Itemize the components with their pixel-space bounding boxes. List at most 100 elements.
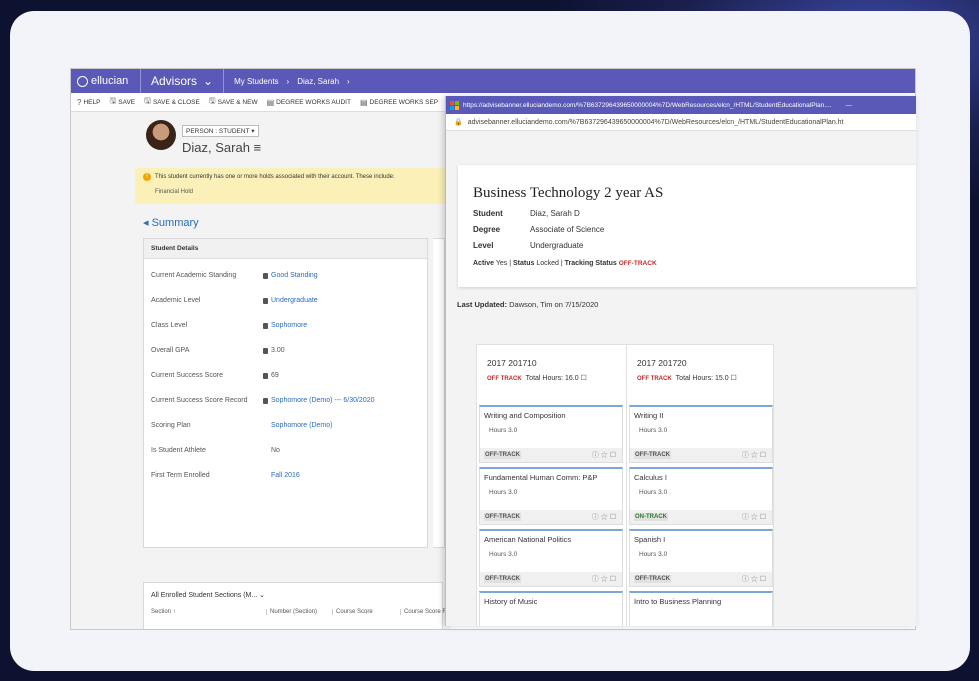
popup-url: advisebanner.elluciandemo.com/%7B6372964…	[467, 118, 844, 126]
lock-icon	[263, 272, 268, 279]
app-name: Advisors	[151, 74, 198, 88]
brand-label: ellucian	[91, 75, 129, 87]
plan-field: Level Undergraduate	[473, 241, 584, 250]
course-card[interactable]: Calculus I Hours 3.0 ON-TRACK ⓘ☆☐	[629, 467, 773, 525]
save-new-button[interactable]: 🖫 SAVE & NEW	[209, 95, 258, 109]
last-updated: Last Updated: Dawson, Tim on 7/15/2020	[457, 300, 599, 309]
detail-row: Academic Level Undergraduate	[151, 297, 318, 304]
chevron-down-icon: ⌄	[259, 592, 266, 599]
course-status-badge: OFF-TRACK	[484, 575, 521, 583]
plan-title: Business Technology 2 year AS	[473, 185, 664, 201]
plan-body: Business Technology 2 year AS Student Dia…	[446, 131, 916, 626]
lock-icon	[263, 372, 268, 379]
course-card[interactable]: Writing and Composition Hours 3.0 OFF-TRAC…	[479, 405, 623, 463]
term-name: 2017 201710	[487, 358, 537, 368]
student-name: Diaz, Sarah ≡	[182, 140, 262, 155]
course-status-badge: OFF-TRACK	[634, 575, 671, 583]
column-header-number[interactable]: Number (Section)	[266, 609, 332, 615]
course-status-badge: OFF-TRACK	[484, 513, 521, 521]
column-header-course-score[interactable]: Course Score	[332, 609, 400, 615]
person-header: PERSON : STUDENT ▾ Diaz, Sarah ≡	[146, 120, 261, 155]
chevron-down-icon: ⌄	[203, 74, 214, 88]
person-type-selector[interactable]: PERSON : STUDENT ▾	[182, 125, 259, 137]
term-name: 2017 201720	[637, 358, 687, 368]
save-close-icon: 🖫	[144, 96, 151, 105]
course-actions-icon[interactable]: ⓘ☆☐	[742, 512, 768, 522]
report-icon: ▤	[359, 97, 368, 107]
detail-row: Current Academic Standing Good Standing	[151, 272, 318, 279]
course-actions-icon[interactable]: ⓘ☆☐	[742, 574, 768, 584]
summary-section-toggle[interactable]: ◂ Summary	[143, 216, 199, 229]
course-card[interactable]: Fundamental Human Comm: P&P Hours 3.0 OFF-…	[479, 467, 623, 525]
help-icon: ?	[77, 97, 82, 107]
avatar	[146, 120, 176, 150]
course-actions-icon[interactable]: ⓘ☆☐	[592, 574, 618, 584]
address-bar[interactable]: 🔒 advisebanner.elluciandemo.com/%7B63729…	[446, 114, 916, 131]
help-button[interactable]: ? HELP	[77, 98, 100, 107]
plan-status-line: Active Yes | Status Locked | Tracking St…	[473, 260, 657, 267]
enrolled-view-selector[interactable]: All Enrolled Student Sections (M... ⌄	[144, 583, 442, 599]
note-icon[interactable]: ☐	[581, 375, 587, 382]
detail-row: Is Student Athlete No	[151, 447, 280, 454]
column-header-section[interactable]: Section ↑	[151, 609, 266, 615]
minimize-icon[interactable]: —	[845, 102, 852, 109]
list-icon[interactable]: ≡	[254, 140, 262, 155]
breadcrumb-student[interactable]: Diaz, Sarah	[297, 77, 339, 86]
degree-works-sep-button[interactable]: ▤ DEGREE WORKS SEP	[360, 98, 438, 107]
course-card[interactable]: Intro to Business Planning	[629, 591, 773, 626]
plan-field: Degree Associate of Science	[473, 225, 605, 234]
lock-icon	[263, 397, 268, 404]
breadcrumb-separator-icon: ›	[286, 76, 290, 86]
term-info: OFF TRACK Total Hours: 15.0 ☐	[637, 375, 737, 382]
course-actions-icon[interactable]: ⓘ☆☐	[592, 450, 618, 460]
warning-icon: !	[143, 173, 151, 181]
detail-row: Scoring Plan Sophomore (Demo)	[151, 422, 333, 429]
breadcrumb: My Students › Diaz, Sarah ›	[224, 77, 350, 86]
term-info: OFF TRACK Total Hours: 16.0 ☐	[487, 375, 587, 382]
course-card[interactable]: History of Music	[479, 591, 623, 626]
course-actions-icon[interactable]: ⓘ☆☐	[592, 512, 618, 522]
ellucian-icon	[77, 75, 88, 87]
course-status-badge: ON-TRACK	[634, 513, 668, 521]
save-icon: 🖫	[109, 96, 117, 105]
windows-icon	[450, 100, 459, 110]
ellucian-logo[interactable]: ellucian	[71, 69, 141, 93]
course-card[interactable]: American National Politics Hours 3.0 OFF-T…	[479, 529, 623, 587]
detail-row: Current Success Score Record Sophomore (D…	[151, 397, 375, 404]
degree-works-audit-button[interactable]: ▤ DEGREE WORKS AUDIT	[267, 98, 351, 107]
detail-row: Overall GPA 3.00	[151, 347, 285, 354]
save-new-icon: 🖫	[208, 96, 216, 105]
plan-field: Student Diaz, Sarah D	[473, 209, 580, 218]
course-status-badge: OFF-TRACK	[484, 451, 521, 459]
student-form: PERSON : STUDENT ▾ Diaz, Sarah ≡ ! This s…	[71, 112, 451, 629]
hold-notification: ! This student currently has one or more …	[135, 168, 451, 204]
column-header-course-score-re[interactable]: Course Score Re	[400, 609, 450, 615]
save-close-button[interactable]: 🖫 SAVE & CLOSE	[144, 95, 200, 109]
note-icon[interactable]: ☐	[731, 375, 737, 382]
course-status-badge: OFF-TRACK	[634, 451, 671, 459]
breadcrumb-my-students[interactable]: My Students	[234, 77, 278, 86]
term-column: 2017 201720 OFF TRACK Total Hours: 15.0 ☐…	[626, 345, 774, 626]
enrolled-sections-grid: All Enrolled Student Sections (M... ⌄ Se…	[143, 582, 450, 629]
save-button[interactable]: 🖫 SAVE	[109, 95, 135, 109]
detail-row: Class Level Sophomore	[151, 322, 308, 329]
lock-icon	[263, 347, 268, 354]
lock-icon: 🔒	[454, 119, 463, 126]
tracking-status-badge: OFF-TRACK	[618, 260, 657, 267]
lock-icon	[263, 297, 268, 304]
app-switcher[interactable]: Advisors ⌄	[141, 69, 225, 93]
detail-row: Current Success Score 69	[151, 372, 279, 379]
plan-summary-card: Business Technology 2 year AS Student Dia…	[458, 165, 916, 287]
course-actions-icon[interactable]: ⓘ☆☐	[742, 450, 768, 460]
report-icon: ▤	[266, 97, 275, 107]
course-card[interactable]: Spanish I Hours 3.0 OFF-TRACK ⓘ☆☐	[629, 529, 773, 587]
popup-title-bar: https://advisebanner.elluciandemo.com/%7…	[446, 96, 916, 114]
adjacent-card	[433, 238, 445, 548]
hold-item: Financial Hold	[155, 189, 194, 195]
course-card[interactable]: Writing II Hours 3.0 OFF-TRACK ⓘ☆☐	[629, 405, 773, 463]
lock-icon	[263, 322, 268, 329]
grid-header: Section ↑ Number (Section) Course Score …	[151, 609, 450, 615]
student-details-header: Student Details	[144, 239, 427, 259]
detail-row: First Term Enrolled Fall 2016	[151, 472, 300, 479]
terms-board: 2017 201710 OFF TRACK Total Hours: 16.0 ☐…	[476, 344, 774, 626]
